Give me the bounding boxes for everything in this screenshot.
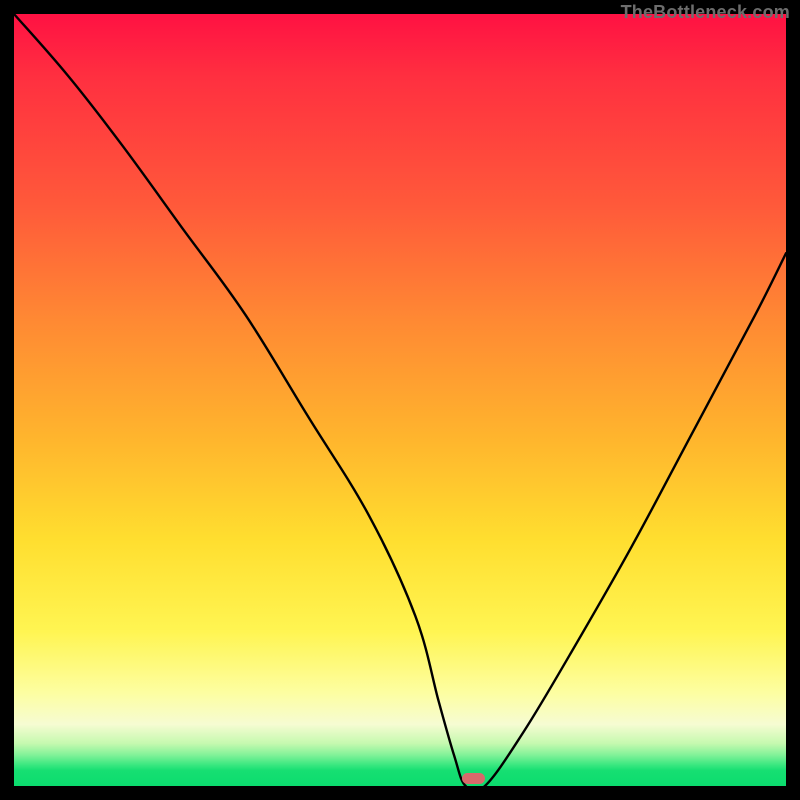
curve-layer	[0, 0, 800, 800]
bottleneck-curve	[14, 14, 786, 792]
optimal-marker	[462, 773, 485, 784]
watermark-text: TheBottleneck.com	[621, 2, 790, 23]
chart-container: TheBottleneck.com	[0, 0, 800, 800]
